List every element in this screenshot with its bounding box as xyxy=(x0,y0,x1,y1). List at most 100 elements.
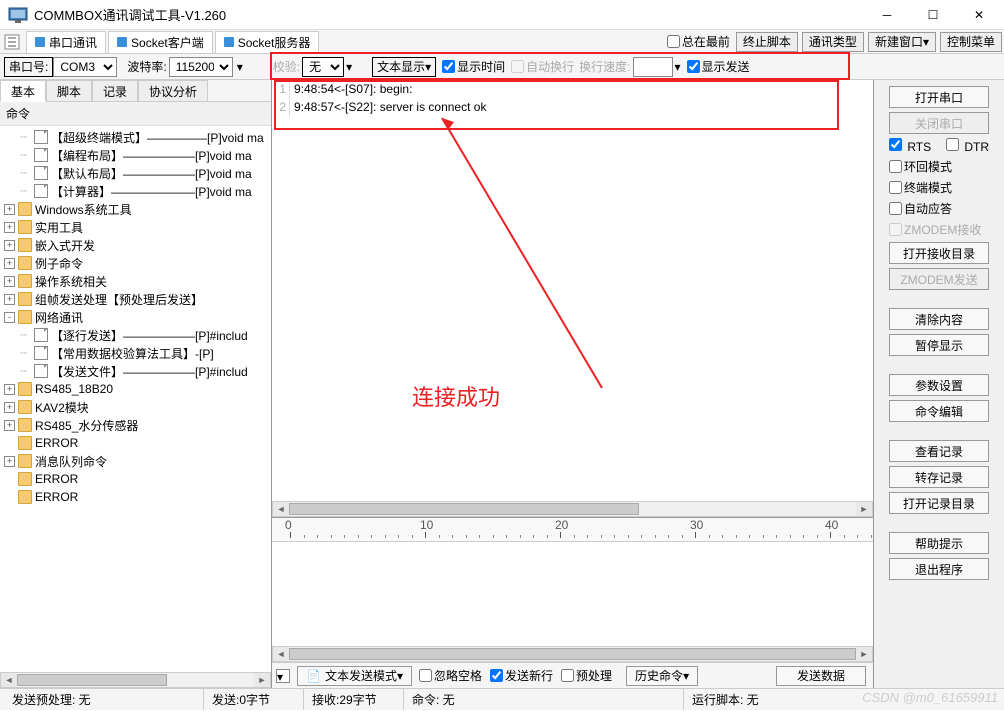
tree-item[interactable]: +例子命令 xyxy=(2,254,269,272)
tree-item[interactable]: +KAV2模块 xyxy=(2,398,269,416)
comm-type-button[interactable]: 通讯类型 xyxy=(802,32,864,52)
tree-item[interactable]: +RS485_水分传感器 xyxy=(2,416,269,434)
command-tree[interactable]: ┈【超级终端模式】—————[P]void ma┈【编程布局】——————[P]… xyxy=(0,126,271,672)
tree-item[interactable]: +嵌入式开发 xyxy=(2,236,269,254)
auto-reply-checkbox[interactable]: 自动应答 xyxy=(889,200,989,217)
tree-item-label: 组帧发送处理【预处理后发送】 xyxy=(35,291,203,308)
log-area[interactable]: 12 9:48:54<-[S07]: begin: 9:48:57<-[S22]… xyxy=(272,80,873,518)
tree-item[interactable]: ┈【逐行发送】——————[P]#includ xyxy=(2,326,269,344)
folder-icon xyxy=(18,274,32,288)
tree-item-label: 【常用数据校验算法工具】-[P] xyxy=(51,345,214,362)
cmd-edit-button[interactable]: 命令编辑 xyxy=(889,400,989,422)
file-icon xyxy=(34,346,48,360)
right-panel: 打开串口 关闭串口 RTS DTR 环回模式 终端模式 自动应答 ZMODEM接… xyxy=(874,80,1004,688)
tree-item[interactable]: ┈【默认布局】——————[P]void ma xyxy=(2,164,269,182)
send-newline-checkbox[interactable]: 发送新行 xyxy=(490,667,553,684)
tree-item[interactable]: ┈【超级终端模式】—————[P]void ma xyxy=(2,128,269,146)
tree-item[interactable]: ┈【编程布局】——————[P]void ma xyxy=(2,146,269,164)
tree-item[interactable]: -网络通讯 xyxy=(2,308,269,326)
pause-display-button[interactable]: 暂停显示 xyxy=(889,334,989,356)
preprocess-checkbox[interactable]: 预处理 xyxy=(561,667,612,684)
folder-icon xyxy=(18,418,32,432)
save-record-button[interactable]: 转存记录 xyxy=(889,466,989,488)
port-select[interactable]: COM3 xyxy=(53,57,117,77)
toolbar-icon[interactable] xyxy=(4,34,20,50)
tree-item-label: 网络通讯 xyxy=(35,309,83,326)
annotation-text: 连接成功 xyxy=(412,380,500,412)
tree-item[interactable]: +RS485_18B20 xyxy=(2,380,269,398)
clear-button[interactable]: 清除内容 xyxy=(889,308,989,330)
text-send-mode-button[interactable]: 📄文本发送模式 ▾ xyxy=(297,666,412,686)
tree-item[interactable]: ERROR xyxy=(2,470,269,488)
send-textarea[interactable] xyxy=(272,542,873,662)
always-on-top-checkbox[interactable]: 总在最前 xyxy=(667,33,730,50)
app-icon xyxy=(8,5,28,25)
tree-item[interactable]: +消息队列命令 xyxy=(2,452,269,470)
tree-item-label: 【逐行发送】——————[P]#includ xyxy=(51,327,248,344)
tab-socket-server[interactable]: Socket服务器 xyxy=(215,31,320,53)
new-window-button[interactable]: 新建窗口 ▾ xyxy=(868,32,936,52)
folder-icon xyxy=(18,382,32,396)
open-port-button[interactable]: 打开串口 xyxy=(889,86,989,108)
tree-item[interactable]: ┈【常用数据校验算法工具】-[P] xyxy=(2,344,269,362)
annotation-arrow xyxy=(432,108,612,398)
tree-item[interactable]: +实用工具 xyxy=(2,218,269,236)
tree-item[interactable]: ERROR xyxy=(2,434,269,452)
folder-icon xyxy=(18,238,32,252)
send-data-button[interactable]: 发送数据 xyxy=(776,666,866,686)
tree-item-label: 消息队列命令 xyxy=(35,453,107,470)
open-recv-dir-button[interactable]: 打开接收目录 xyxy=(889,242,989,264)
folder-icon xyxy=(18,202,32,216)
tab-socket-client[interactable]: Socket客户端 xyxy=(108,31,213,53)
close-port-button: 关闭串口 xyxy=(889,112,989,134)
tree-item-label: 【计算器】———————[P]void ma xyxy=(51,183,252,200)
left-tab-proto[interactable]: 协议分析 xyxy=(138,80,208,102)
help-button[interactable]: 帮助提示 xyxy=(889,532,989,554)
tree-item[interactable]: +组帧发送处理【预处理后发送】 xyxy=(2,290,269,308)
tree-item[interactable]: +Windows系统工具 xyxy=(2,200,269,218)
view-record-button[interactable]: 查看记录 xyxy=(889,440,989,462)
tree-item-label: 嵌入式开发 xyxy=(35,237,95,254)
dtr-checkbox[interactable]: DTR xyxy=(946,138,989,154)
history-button[interactable]: 历史命令 ▾ xyxy=(626,666,698,686)
folder-icon xyxy=(18,400,32,414)
left-hscroll[interactable]: ◄ ► xyxy=(0,672,271,688)
close-button[interactable]: ✕ xyxy=(956,0,1002,29)
left-tab-basic[interactable]: 基本 xyxy=(0,80,46,102)
terminal-mode-checkbox[interactable]: 终端模式 xyxy=(889,179,989,196)
log-hscroll[interactable]: ◄ ► xyxy=(272,501,873,517)
left-tab-record[interactable]: 记录 xyxy=(92,80,138,102)
minimize-button[interactable]: ─ xyxy=(864,0,910,29)
dropdown-icon[interactable]: ▾ xyxy=(276,669,290,683)
file-icon xyxy=(34,148,48,162)
open-record-dir-button[interactable]: 打开记录目录 xyxy=(889,492,989,514)
tab-serial[interactable]: 串口通讯 xyxy=(26,31,106,53)
tree-item[interactable]: +操作系统相关 xyxy=(2,272,269,290)
send-hscroll[interactable]: ◄ ► xyxy=(272,646,873,662)
loop-mode-checkbox[interactable]: 环回模式 xyxy=(889,158,989,175)
tree-item-label: ERROR xyxy=(35,490,78,504)
zmodem-send-button: ZMODEM发送 xyxy=(889,268,989,290)
tree-item[interactable]: ERROR xyxy=(2,488,269,506)
file-icon xyxy=(34,184,48,198)
end-script-button[interactable]: 终止脚本 xyxy=(736,32,798,52)
tree-item-label: KAV2模块 xyxy=(35,399,89,416)
maximize-button[interactable]: ☐ xyxy=(910,0,956,29)
control-menu-button[interactable]: 控制菜单 xyxy=(940,32,1002,52)
baud-select[interactable]: 115200 xyxy=(169,57,233,77)
titlebar: COMMBOX通讯调试工具-V1.260 ─ ☐ ✕ xyxy=(0,0,1004,30)
tree-item[interactable]: ┈【计算器】———————[P]void ma xyxy=(2,182,269,200)
tree-item-label: 实用工具 xyxy=(35,219,83,236)
tree-item[interactable]: ┈【发送文件】——————[P]#includ xyxy=(2,362,269,380)
left-tab-script[interactable]: 脚本 xyxy=(46,80,92,102)
folder-icon xyxy=(18,220,32,234)
folder-icon xyxy=(18,490,32,504)
ignore-space-checkbox[interactable]: 忽略空格 xyxy=(419,667,482,684)
folder-icon xyxy=(18,454,32,468)
exit-button[interactable]: 退出程序 xyxy=(889,558,989,580)
rts-checkbox[interactable]: RTS xyxy=(889,138,931,154)
param-setting-button[interactable]: 参数设置 xyxy=(889,374,989,396)
annotation-red-box-top xyxy=(270,52,850,80)
baud-label: 波特率: xyxy=(127,58,166,75)
tree-item-label: 【发送文件】——————[P]#includ xyxy=(51,363,248,380)
